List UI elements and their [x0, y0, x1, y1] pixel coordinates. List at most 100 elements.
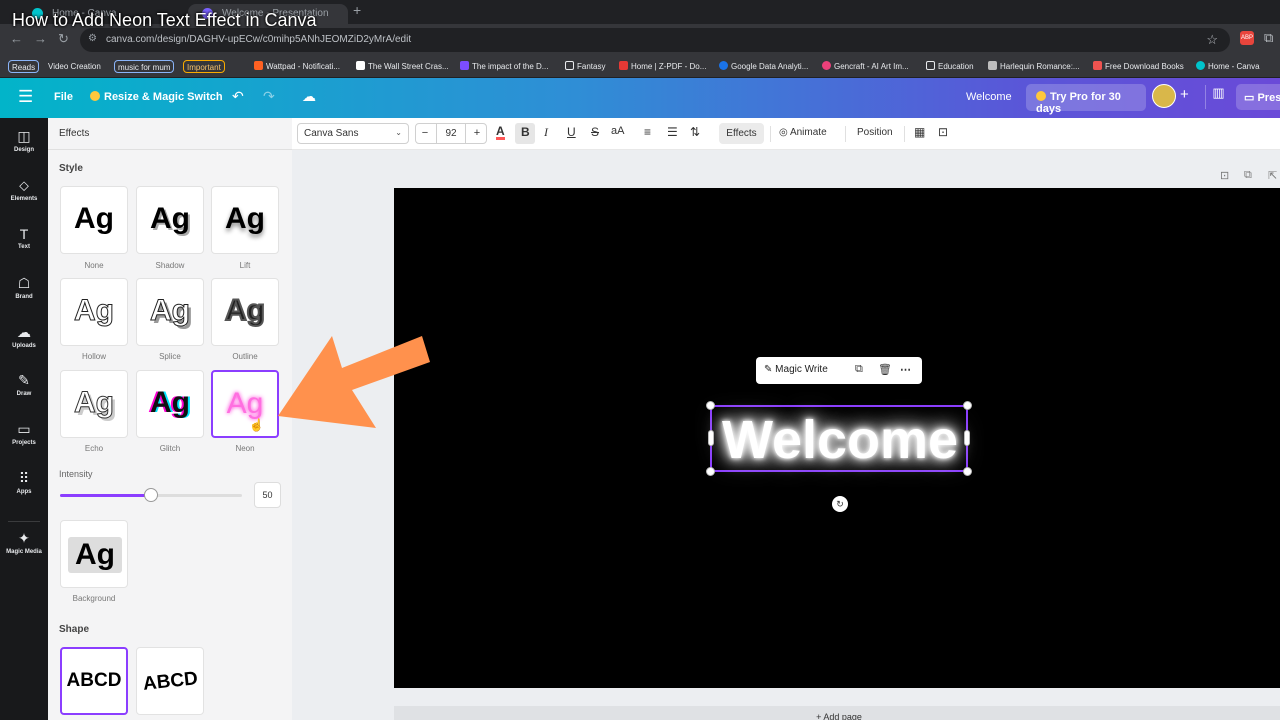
font-selector[interactable]: Canva Sans ⌄ — [297, 123, 409, 144]
redo-icon[interactable]: ↷ — [263, 88, 275, 105]
italic-icon[interactable]: I — [544, 125, 548, 140]
style-hollow[interactable]: Ag — [60, 278, 128, 346]
bookmark-music-for-mum[interactable]: music for mum — [114, 60, 175, 73]
menu-icon[interactable]: ☰ — [18, 87, 33, 107]
magic-write-button[interactable]: ✎ Magic Write — [764, 364, 828, 375]
bookmark-gencraft[interactable]: Gencraft - AI Art Im... — [822, 60, 909, 73]
list-icon[interactable]: ☰ — [667, 125, 678, 139]
animate-button[interactable]: ◎ Animate — [779, 127, 827, 138]
align-center-icon[interactable]: ≡ — [644, 125, 651, 139]
present-button[interactable]: ▭ Present — [1236, 84, 1280, 110]
intensity-value[interactable]: 50 — [254, 482, 281, 508]
bookmark-wall-street[interactable]: The Wall Street Cras... — [356, 60, 449, 73]
panel-title: Effects — [59, 128, 90, 139]
analytics-icon[interactable]: ▥ — [1205, 85, 1231, 109]
rotate-icon[interactable]: ↻ — [832, 496, 848, 512]
rail-item-uploads[interactable]: ☁ Uploads — [0, 324, 48, 349]
bookmark-home-canva[interactable]: Home - Canva — [1196, 60, 1260, 73]
resize-magic-switch-button[interactable]: Resize & Magic Switch — [90, 91, 223, 103]
style-none[interactable]: Ag — [60, 186, 128, 254]
duplicate-icon[interactable]: ⧉ — [855, 363, 863, 376]
style-outline[interactable]: Ag — [211, 278, 279, 346]
extensions-icon[interactable]: ⧉ — [1264, 30, 1273, 46]
bookmark-folder-education[interactable]: Education — [926, 60, 974, 73]
bookmark-wattpad[interactable]: Wattpad - Notificati... — [254, 60, 340, 73]
share-add-icon[interactable]: + — [1180, 86, 1189, 103]
bookmark-star-icon[interactable]: ☆ — [1206, 32, 1218, 48]
effects-button[interactable]: Effects — [719, 123, 764, 144]
delete-icon[interactable]: 🗑 — [878, 363, 892, 376]
side-handle[interactable] — [708, 430, 714, 446]
site-info-icon[interactable]: ⚙ — [88, 33, 97, 44]
resize-handle[interactable] — [706, 401, 715, 410]
resize-handle[interactable] — [963, 401, 972, 410]
letter-case-icon[interactable]: aA — [611, 125, 624, 137]
increase-size-button[interactable]: + — [468, 127, 486, 139]
rail-item-apps[interactable]: ⠿ Apps — [0, 470, 48, 495]
text-color-icon[interactable]: A — [496, 125, 505, 140]
rail-item-design[interactable]: ◫ Design — [0, 128, 48, 153]
strikethrough-icon[interactable]: S — [591, 125, 599, 139]
bookmark-google-data[interactable]: Google Data Analyti... — [719, 60, 808, 73]
resize-handle[interactable] — [963, 467, 972, 476]
style-lift[interactable]: Ag — [211, 186, 279, 254]
back-icon[interactable]: ← — [10, 31, 23, 46]
bookmark-reads[interactable]: Reads — [8, 60, 40, 73]
rail-item-magic-media[interactable]: ✦ Magic Media — [0, 530, 48, 555]
style-echo[interactable]: Ag — [60, 370, 128, 438]
bookmark-important[interactable]: Important — [183, 60, 225, 73]
bookmark-harlequin[interactable]: Harlequin Romance:... — [988, 60, 1080, 73]
font-size-input[interactable]: 92 — [436, 124, 466, 143]
url-text[interactable]: canva.com/design/DAGHV-upECw/c0mihp5ANhJ… — [106, 34, 411, 45]
spacing-icon[interactable]: ⇅ — [690, 125, 700, 139]
style-glitch[interactable]: Ag — [136, 370, 204, 438]
rail-item-elements[interactable]: ⬦ Elements — [0, 177, 48, 202]
undo-icon[interactable]: ↶ — [232, 88, 244, 105]
adblock-extension-icon[interactable]: ABP — [1240, 31, 1254, 45]
style-splice[interactable]: Ag — [136, 278, 204, 346]
avatar[interactable] — [1152, 84, 1176, 108]
reload-icon[interactable]: ↻ — [58, 31, 69, 47]
intensity-handle[interactable] — [144, 488, 158, 502]
rail-item-draw[interactable]: ✎ Draw — [0, 372, 48, 397]
style-shadow[interactable]: Ag — [136, 186, 204, 254]
rail-item-projects[interactable]: ▭ Projects — [0, 421, 48, 446]
bookmark-zpdf[interactable]: Home | Z-PDF - Do... — [619, 60, 706, 73]
decrease-size-button[interactable]: − — [416, 127, 434, 139]
address-bar[interactable]: ⚙ canva.com/design/DAGHV-upECw/c0mihp5AN… — [80, 28, 1230, 52]
more-options-icon[interactable]: ⋯ — [900, 363, 911, 376]
rail-item-text[interactable]: T Text — [0, 226, 48, 250]
shape-none[interactable]: ABCD — [60, 647, 128, 715]
background-effect[interactable]: Ag — [60, 520, 128, 588]
cloud-saved-icon[interactable]: ☁ — [302, 88, 316, 105]
position-button[interactable]: Position — [857, 127, 893, 138]
file-menu[interactable]: File — [54, 91, 73, 103]
transparency-icon[interactable]: ▦ — [914, 125, 925, 139]
neon-text[interactable]: Welcome — [708, 407, 972, 473]
underline-icon[interactable]: U — [567, 125, 576, 139]
try-pro-button[interactable]: Try Pro for 30 days — [1026, 84, 1146, 115]
bold-icon[interactable]: B — [521, 125, 530, 139]
resize-handle[interactable] — [706, 467, 715, 476]
context-menu-bar: ✎ Magic Write ⧉ 🗑 ⋯ — [756, 357, 922, 384]
bookmark-video-creation[interactable]: Video Creation — [48, 60, 101, 73]
style-neon[interactable]: Ag ☝ — [211, 370, 279, 438]
new-tab-icon[interactable]: + — [353, 2, 361, 18]
doc-title[interactable]: Welcome — [966, 91, 1012, 103]
bookmark-folder-fantasy[interactable]: Fantasy — [565, 60, 605, 73]
add-page-icon[interactable]: ⇱ — [1268, 169, 1277, 182]
rail-item-brand[interactable]: ☖ Brand — [0, 275, 48, 300]
lock-icon[interactable]: ⊡ — [938, 125, 948, 139]
lock-page-icon[interactable]: ⊡ — [1220, 169, 1229, 182]
toolbar-divider — [845, 126, 846, 142]
forward-icon[interactable]: → — [34, 31, 47, 46]
bookmark-impact[interactable]: The impact of the D... — [460, 60, 548, 73]
shape-curve[interactable]: ABCD — [136, 647, 204, 715]
add-page-button[interactable]: + Add page — [394, 706, 1280, 720]
duplicate-page-icon[interactable]: ⧉ — [1244, 169, 1252, 182]
text-selection-box[interactable]: Welcome — [706, 401, 972, 476]
bookmark-free-books[interactable]: Free Download Books — [1093, 60, 1184, 73]
side-handle[interactable] — [964, 430, 970, 446]
intensity-slider[interactable] — [60, 488, 242, 502]
slide[interactable]: ✎ Magic Write ⧉ 🗑 ⋯ Welcome ↻ — [394, 188, 1280, 688]
